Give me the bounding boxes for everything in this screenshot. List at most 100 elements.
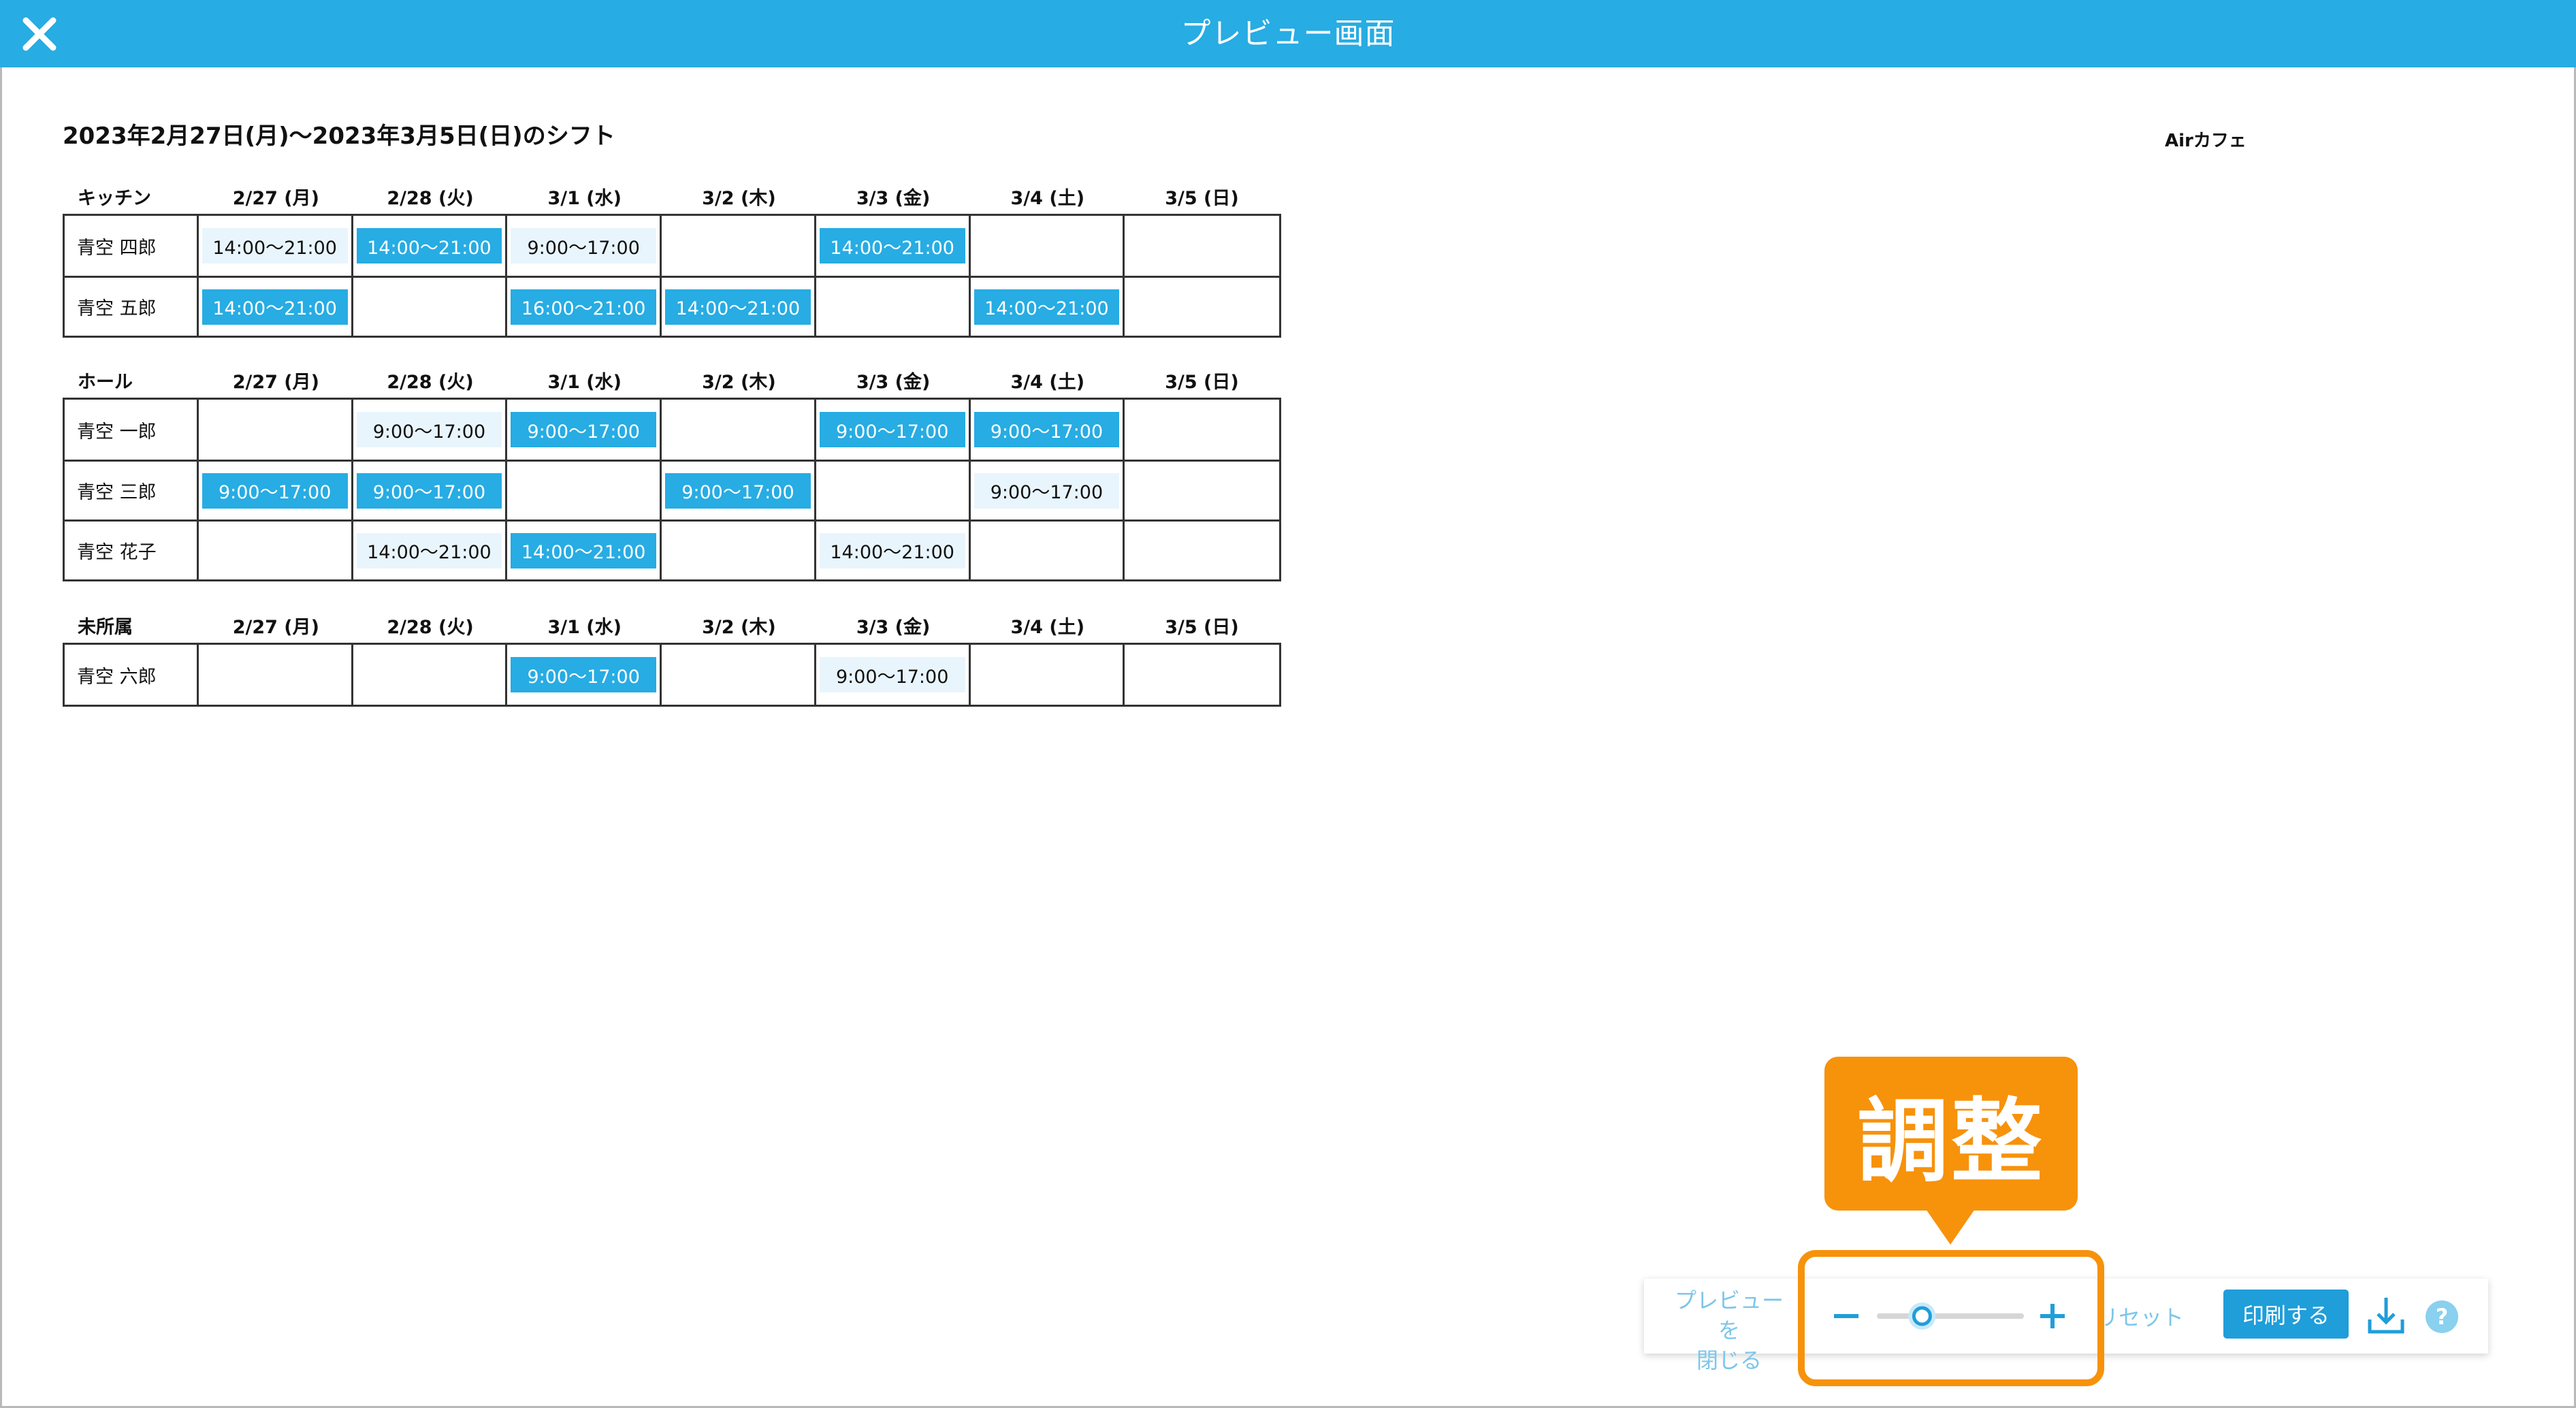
staff-name: 青空 一郎 — [65, 400, 199, 460]
shift-cell: 9:00〜17:00 — [662, 462, 816, 519]
zoom-highlight-frame — [1798, 1250, 2104, 1386]
section-header: ホール 2/27 (月) 2/28 (火) 3/1 (水) 3/2 (木) 3/3 (金)… — [63, 362, 1281, 398]
page-title: プレビュー画面 — [1180, 16, 1396, 51]
shift-cell — [199, 645, 353, 705]
shift-block: 14:00〜21:00 — [665, 289, 811, 325]
shift-cell: 14:00〜21:00 — [816, 522, 971, 579]
section-name: 未所属 — [78, 616, 133, 638]
shift-cell — [662, 400, 816, 460]
shift-cell: 9:00〜17:00 — [971, 462, 1125, 519]
shift-cell: 14:00〜21:00 — [971, 278, 1125, 336]
staff-name: 青空 五郎 — [65, 278, 199, 336]
help-icon[interactable]: ? — [2426, 1300, 2458, 1333]
shift-block: 9:00〜17:00 — [356, 412, 502, 447]
header-bar: プレビュー画面 — [0, 0, 2576, 67]
day-header: 3/5 (日) — [1165, 371, 1239, 393]
callout-label: 調整 — [1824, 1057, 2078, 1211]
shift-period-title: 2023年2月27日(月)〜2023年3月5日(日)のシフト — [63, 123, 615, 150]
store-name: Airカフェ — [2165, 131, 2247, 151]
shift-cell: 9:00〜17:00 — [507, 216, 662, 276]
download-icon — [2368, 1298, 2404, 1334]
day-header: 3/5 (日) — [1165, 187, 1239, 209]
shift-cell: 14:00〜21:00 — [199, 278, 353, 336]
shift-cell: 16:00〜21:00 — [507, 278, 662, 336]
shift-section: キッチン 2/27 (月) 2/28 (火) 3/1 (水) 3/2 (木) 3/3 (金… — [63, 178, 1281, 338]
staff-name: 青空 四郎 — [65, 216, 199, 276]
day-header: 3/2 (木) — [702, 616, 776, 638]
download-button[interactable] — [2364, 1294, 2408, 1337]
shift-block: 16:00〜21:00 — [511, 289, 657, 325]
day-header: 2/27 (月) — [232, 616, 319, 638]
shift-grid: 青空 一郎 9:00〜17:00 9:00〜17:00 9:00〜17:00 9:00〜… — [63, 398, 1281, 581]
shift-cell — [199, 522, 353, 579]
shift-cell — [971, 522, 1125, 579]
shift-grid: 青空 四郎 14:00〜21:00 14:00〜21:00 9:00〜17:00 14:… — [63, 214, 1281, 338]
shift-cell — [662, 522, 816, 579]
section-name: ホール — [78, 371, 133, 393]
table-row: 青空 四郎 14:00〜21:00 14:00〜21:00 9:00〜17:00 14:… — [65, 216, 1279, 276]
shift-cell: 9:00〜17:00 — [507, 400, 662, 460]
table-row: 青空 一郎 9:00〜17:00 9:00〜17:00 9:00〜17:00 9:00〜… — [65, 400, 1279, 460]
day-header: 3/4 (土) — [1010, 371, 1085, 393]
day-header: 3/5 (日) — [1165, 616, 1239, 638]
shift-block: 14:00〜21:00 — [511, 532, 657, 569]
shift-section: ホール 2/27 (月) 2/28 (火) 3/1 (水) 3/2 (木) 3/3 (金)… — [63, 362, 1281, 581]
shift-cell — [353, 278, 508, 336]
shift-section: 未所属 2/27 (月) 2/28 (火) 3/1 (水) 3/2 (木) 3/3 (金)… — [63, 607, 1281, 707]
day-header: 2/28 (火) — [387, 616, 474, 638]
shift-block: 9:00〜17:00 — [973, 412, 1120, 447]
shift-cell: 14:00〜21:00 — [816, 216, 971, 276]
shift-cell: 9:00〜17:00 — [971, 400, 1125, 460]
shift-cell: 9:00〜17:00 — [353, 400, 508, 460]
shift-block: 9:00〜17:00 — [973, 473, 1120, 509]
print-button[interactable]: 印刷する — [2223, 1290, 2349, 1339]
shift-cell — [1125, 522, 1279, 579]
shift-cell — [1125, 278, 1279, 336]
table-row: 青空 六郎 9:00〜17:00 9:00〜17:00 — [65, 645, 1279, 705]
shift-cell — [662, 645, 816, 705]
day-header: 2/27 (月) — [232, 371, 319, 393]
shift-block: 9:00〜17:00 — [819, 412, 965, 447]
close-preview-label-1: プレビューを — [1674, 1287, 1784, 1343]
shift-cell: 9:00〜17:00 — [816, 645, 971, 705]
shift-block: 9:00〜17:00 — [511, 228, 657, 263]
close-preview-button[interactable]: プレビューを 閉じる — [1664, 1285, 1794, 1375]
shift-cell — [199, 400, 353, 460]
shift-block: 14:00〜21:00 — [819, 532, 965, 569]
staff-name: 青空 三郎 — [65, 462, 199, 519]
day-header: 3/3 (金) — [856, 187, 931, 209]
shift-cell — [1125, 645, 1279, 705]
shift-block: 9:00〜17:00 — [511, 412, 657, 447]
shift-block: 9:00〜17:00 — [819, 657, 965, 692]
shift-cell: 9:00〜17:00 — [507, 645, 662, 705]
shift-cell — [1125, 216, 1279, 276]
section-header: キッチン 2/27 (月) 2/28 (火) 3/1 (水) 3/2 (木) 3/3 (金… — [63, 178, 1281, 214]
shift-block: 14:00〜21:00 — [973, 289, 1120, 325]
shift-cell: 9:00〜17:00 — [353, 462, 508, 519]
shift-cell — [353, 645, 508, 705]
shift-cell: 14:00〜21:00 — [353, 522, 508, 579]
shift-cell: 9:00〜17:00 — [199, 462, 353, 519]
day-header: 2/28 (火) — [387, 371, 474, 393]
day-header: 3/2 (木) — [702, 187, 776, 209]
day-header: 3/3 (金) — [856, 371, 931, 393]
shift-cell: 14:00〜21:00 — [199, 216, 353, 276]
shift-cell: 14:00〜21:00 — [353, 216, 508, 276]
reset-button[interactable]: リセット — [2097, 1300, 2184, 1332]
shift-cell — [816, 278, 971, 336]
day-header: 3/1 (水) — [547, 371, 622, 393]
shift-block: 14:00〜21:00 — [202, 289, 348, 325]
shift-cell: 14:00〜21:00 — [507, 522, 662, 579]
day-header: 3/4 (土) — [1010, 187, 1085, 209]
shift-block: 14:00〜21:00 — [356, 532, 502, 569]
day-header: 3/1 (水) — [547, 616, 622, 638]
shift-cell — [1125, 462, 1279, 519]
shift-block: 9:00〜17:00 — [511, 657, 657, 692]
shift-cell — [507, 462, 662, 519]
day-header: 3/2 (木) — [702, 371, 776, 393]
shift-block: 9:00〜17:00 — [356, 473, 502, 509]
shift-cell — [971, 645, 1125, 705]
shift-cell — [816, 462, 971, 519]
shift-block: 14:00〜21:00 — [356, 228, 502, 263]
staff-name: 青空 花子 — [65, 522, 199, 579]
